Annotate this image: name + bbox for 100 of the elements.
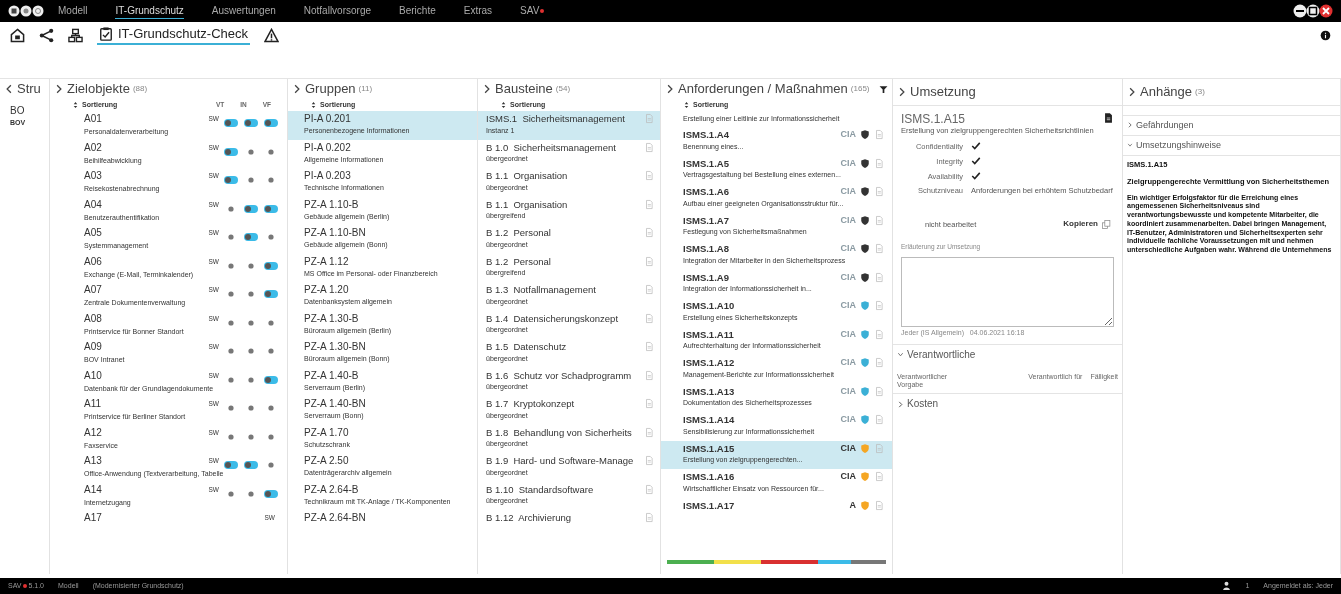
- group-id[interactable]: PI-A 0.203: [304, 170, 469, 183]
- requirement-id[interactable]: ISMS.1.A17: [683, 499, 846, 512]
- warning-icon[interactable]: [264, 27, 280, 43]
- logo-icon[interactable]: [8, 3, 44, 19]
- group-id[interactable]: PZ-A 1.40-BN: [304, 398, 469, 411]
- chevron-right-icon[interactable]: [54, 83, 64, 95]
- object-id: A06: [84, 255, 103, 268]
- group-id[interactable]: PZ-A 2.50: [304, 455, 469, 468]
- menu-tab[interactable]: Notfallvorsorge: [303, 3, 372, 19]
- group-id[interactable]: PZ-A 1.20: [304, 284, 469, 297]
- protection-goals: CIA: [840, 157, 856, 169]
- sitemap-icon[interactable]: [68, 27, 83, 43]
- object-id: A08: [84, 312, 103, 325]
- menu-tab[interactable]: Berichte: [399, 3, 436, 19]
- protection-goals: CIA: [840, 385, 856, 397]
- panel-title: Anhänge: [1140, 84, 1193, 100]
- requirement-id[interactable]: ISMS.1.A5: [683, 157, 837, 170]
- module-row-link[interactable]: B 1.3 Notfallmanagement: [486, 284, 596, 296]
- requirement-id[interactable]: ISMS.1.A8: [683, 243, 837, 255]
- chevron-right-icon[interactable]: [897, 86, 907, 98]
- menu-tab[interactable]: Modell: [58, 3, 88, 19]
- group-id[interactable]: PZ-A 1.30-BN: [304, 341, 469, 354]
- copy-icon: [1102, 219, 1111, 229]
- info-icon[interactable]: [1320, 29, 1331, 41]
- module-row-link[interactable]: B 1.1 Organisation: [486, 170, 568, 182]
- section-header[interactable]: Gefährdungen: [1123, 115, 1340, 135]
- sort-icon[interactable]: [500, 101, 507, 110]
- requirement-id[interactable]: ISMS.1.A13: [683, 385, 837, 398]
- protection-goals: CIA: [840, 471, 856, 483]
- module-row-link[interactable]: B 1.12 Archivierung: [486, 512, 572, 524]
- group-id[interactable]: PZ-A 1.70: [304, 426, 469, 439]
- module-row-link[interactable]: B 1.9 Hard- und Software-Manage: [486, 455, 634, 467]
- module-row-link[interactable]: B 1.7 Kryptokonzept: [486, 398, 575, 410]
- chevron-right-icon: [897, 400, 904, 408]
- object-id: A13: [84, 455, 103, 468]
- requirement-id[interactable]: ISMS.1.A6: [683, 186, 837, 198]
- share-icon[interactable]: [39, 27, 54, 43]
- group-id[interactable]: PZ-A 2.64-B: [304, 483, 469, 496]
- requirement-id[interactable]: ISMS.1.A15: [683, 442, 837, 455]
- group-id[interactable]: PZ-A 1.10-BN: [304, 227, 469, 240]
- group-id[interactable]: PZ-A 1.12: [304, 255, 469, 268]
- requirement-id[interactable]: ISMS.1.A12: [683, 357, 837, 369]
- protection-goals: CIA: [840, 300, 856, 312]
- group-id[interactable]: PZ-A 2.64-BN: [304, 512, 469, 525]
- module-row-link[interactable]: B 1.6 Schutz vor Schadprogramm: [486, 369, 632, 382]
- panel-title: Bausteine: [495, 81, 553, 97]
- chevron-right-icon[interactable]: [482, 83, 492, 95]
- section-header[interactable]: Umsetzungshinweise: [1123, 134, 1340, 155]
- module-row-link[interactable]: B 1.2 Personal: [486, 227, 551, 239]
- menu-tab[interactable]: Extras: [463, 3, 493, 19]
- module-row-link[interactable]: ISMS.1 Sicherheitsmanagement: [486, 113, 625, 125]
- copy-button[interactable]: Kopieren: [1060, 217, 1114, 232]
- sort-icon[interactable]: [683, 101, 690, 110]
- group-id[interactable]: PI-A 0.201: [304, 113, 469, 126]
- panel-title: Umsetzung: [910, 84, 976, 100]
- module-row-link[interactable]: B 1.1 Organisation: [486, 198, 568, 211]
- object-id: A03: [84, 170, 103, 183]
- check-tab[interactable]: IT-Grundschutz-Check: [97, 25, 251, 45]
- module-row-link[interactable]: B 1.0 Sicherheitsmanagement: [486, 141, 616, 154]
- clipboard-check-icon: [99, 27, 113, 41]
- sort-icon[interactable]: [72, 101, 79, 110]
- section-header[interactable]: Kosten: [893, 393, 1122, 415]
- chevron-right-icon[interactable]: [292, 83, 302, 95]
- protection-goals: CIA: [840, 328, 856, 340]
- notes-field[interactable]: [901, 257, 1114, 328]
- module-row-link[interactable]: B 1.4 Datensicherungskonzept: [486, 312, 619, 325]
- module-row-link[interactable]: B 1.2 Personal: [486, 255, 551, 268]
- section-header[interactable]: Verantwortliche: [893, 343, 1122, 365]
- menu-tab[interactable]: Auswertungen: [211, 3, 276, 19]
- requirement-id[interactable]: ISMS.1.A14: [683, 414, 837, 426]
- group-id[interactable]: PI-A 0.202: [304, 141, 469, 154]
- protection-goals: CIA: [840, 243, 856, 255]
- group-id[interactable]: PZ-A 1.40-B: [304, 369, 469, 382]
- module-row-link[interactable]: B 1.5 Datenschutz: [486, 341, 567, 353]
- module-row-link[interactable]: B 1.10 Standardsoftware: [486, 483, 594, 496]
- requirement-id[interactable]: ISMS.1.A9: [683, 271, 837, 284]
- requirement-id[interactable]: ISMS.1.A16: [683, 471, 837, 483]
- home-icon[interactable]: [10, 27, 25, 43]
- window-controls-icon[interactable]: [1293, 3, 1333, 19]
- requirement-id[interactable]: ISMS.1.A4: [683, 129, 837, 141]
- item-count: (165): [850, 84, 870, 94]
- requirement-id[interactable]: ISMS.1.A11: [683, 328, 837, 341]
- group-id[interactable]: PZ-A 1.10-B: [304, 198, 469, 211]
- requirement-id[interactable]: ISMS.1.A7: [683, 214, 837, 227]
- chevron-right-icon[interactable]: [665, 83, 675, 95]
- item-count: (11): [358, 84, 373, 94]
- chevron-down-icon: [1127, 142, 1133, 149]
- document-icon[interactable]: [1103, 112, 1114, 124]
- sort-icon[interactable]: [310, 101, 317, 110]
- filter-icon[interactable]: [879, 84, 888, 94]
- protection-goals: CIA: [840, 271, 856, 283]
- menu-tab[interactable]: IT-Grundschutz: [115, 3, 184, 19]
- object-id: A01: [84, 113, 103, 126]
- requirement-id[interactable]: ISMS.1.A10: [683, 300, 837, 312]
- chevron-left-icon[interactable]: [4, 83, 14, 95]
- item-count: (88): [132, 84, 148, 94]
- group-id[interactable]: PZ-A 1.30-B: [304, 312, 469, 325]
- chevron-right-icon[interactable]: [1127, 86, 1137, 98]
- menu-tab[interactable]: SAV: [520, 3, 545, 19]
- module-row-link[interactable]: B 1.8 Behandlung von Sicherheits: [486, 426, 632, 439]
